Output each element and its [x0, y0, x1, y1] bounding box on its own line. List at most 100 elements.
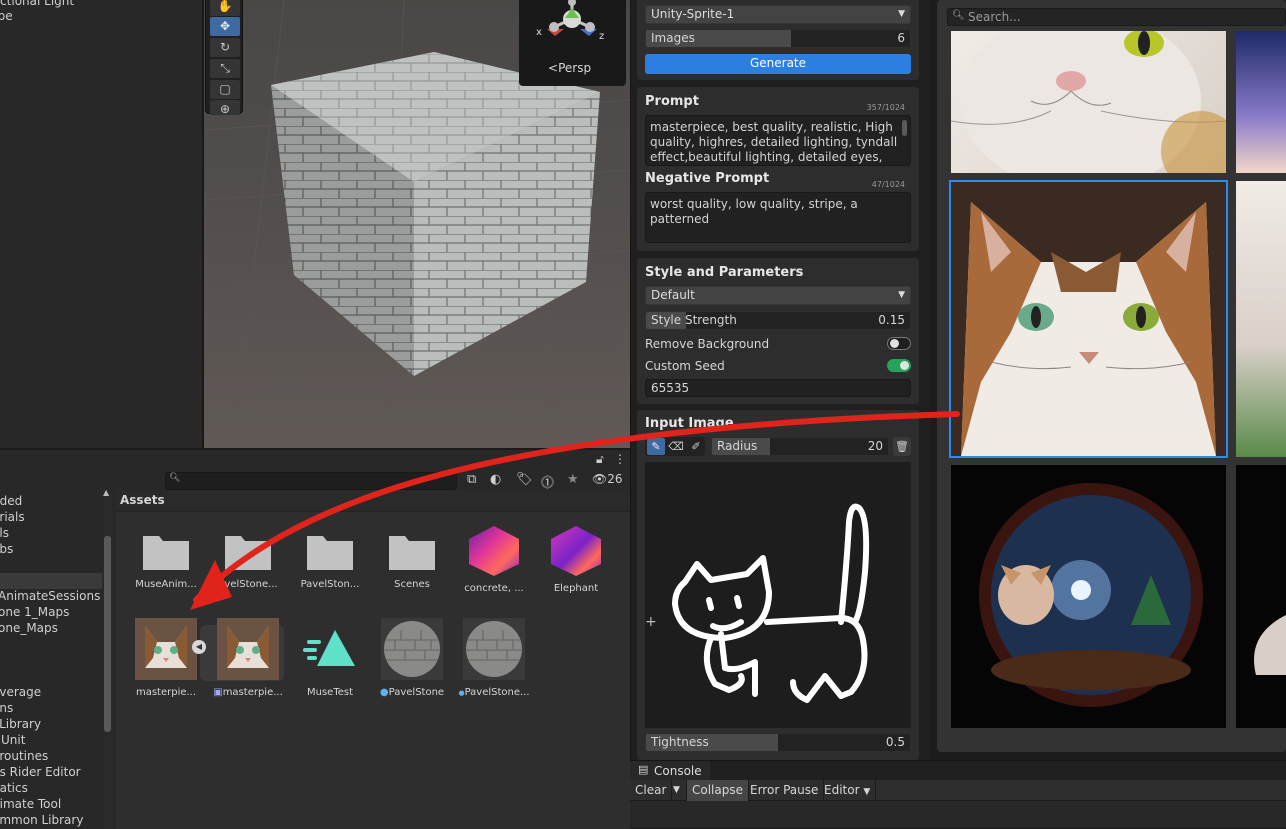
console-panel: ▤ Console Clear ▼ Collapse Error Pause E… [630, 760, 1286, 827]
asset-muse-test[interactable]: MuseTest [292, 618, 368, 698]
asset-folder[interactable]: Scenes [374, 528, 450, 590]
negative-prompt-textarea[interactable]: worst quality, low quality, stripe, a pa… [645, 192, 911, 243]
hidden-count[interactable]: 👁︎26 [592, 472, 623, 486]
view-tool-icon[interactable]: ✋ [210, 0, 240, 16]
persp-toggle[interactable]: <Persp [548, 61, 591, 75]
asset-texture[interactable]: masterpie... [128, 618, 204, 698]
collapse-arrow-icon[interactable]: ◀ [192, 640, 206, 654]
folder-item[interactable]: one 1_Maps [0, 605, 69, 619]
folder-item[interactable]: natics [0, 781, 28, 795]
asset-label: PavelSton... [300, 579, 360, 590]
grid-search-input[interactable]: 🔍︎ Search... [947, 8, 1286, 26]
asset-folder[interactable]: MuseAnim... [128, 528, 204, 590]
asset-folder[interactable]: avelStone... [210, 528, 286, 590]
asset-label: MuseAnim... [135, 579, 197, 590]
generated-image[interactable] [1236, 31, 1286, 173]
asset-label: ▣masterpie... [210, 687, 286, 698]
folder-item[interactable]: abs [0, 542, 13, 556]
asset-folder[interactable]: PavelSton... [292, 528, 368, 590]
asset-material-sphere[interactable]: ●PavelStone... [456, 618, 532, 698]
style-dropdown[interactable]: Default ▼ [645, 286, 911, 305]
assets-title[interactable]: Assets [120, 493, 165, 507]
folder-item-selected[interactable] [0, 573, 102, 589]
folder-item[interactable]: AnimateSessions [0, 589, 100, 603]
asset-material[interactable]: Elephant [538, 524, 614, 594]
style-strength-slider[interactable]: Style Strength 0.15 [645, 311, 911, 330]
folder-item[interactable]: nimate Tool [0, 797, 61, 811]
console-tab[interactable]: ▤ Console [630, 761, 710, 780]
generated-image-selected[interactable] [949, 180, 1228, 458]
brush-icon[interactable]: ✎ [647, 438, 665, 455]
generated-image[interactable] [951, 465, 1226, 728]
prompt-text: masterpiece, best quality, realistic, Hi… [650, 120, 898, 164]
folder-item[interactable]: uded [0, 494, 22, 508]
clear-options-chevron-icon[interactable]: ▼ [670, 780, 687, 801]
transform-tool-icon[interactable]: ⊕ [210, 100, 240, 116]
error-pause-button[interactable]: Error Pause [745, 780, 825, 801]
remove-background-toggle[interactable] [887, 337, 911, 350]
tabby-cat-image [951, 182, 1226, 456]
asset-material[interactable]: concrete, ... [456, 524, 532, 594]
folder-item[interactable]: overage [0, 685, 41, 699]
generated-image[interactable] [1236, 465, 1286, 728]
tightness-slider[interactable]: Tightness 0.5 [645, 733, 911, 752]
input-image-title: Input Image [645, 416, 734, 431]
folder-item[interactable]: one_Maps [0, 621, 58, 635]
warning-filter-icon[interactable]: ⓵ [541, 472, 554, 491]
trash-icon[interactable]: 🗑︎ [893, 437, 911, 456]
scale-tool-icon[interactable]: ⤡ [210, 59, 240, 78]
create-icon[interactable]: ⧉ [467, 472, 476, 487]
drawing-canvas[interactable]: + [645, 462, 911, 728]
folder-scroll-thumb[interactable] [104, 536, 111, 732]
editor-dropdown[interactable]: Editor ▼ [819, 780, 877, 801]
favorite-star-icon[interactable]: ★ [567, 472, 579, 487]
material-hex-icon [469, 526, 519, 576]
orientation-gizmo[interactable]: x z <Persp [519, 0, 626, 86]
clear-button[interactable]: Clear [630, 780, 673, 801]
generated-image[interactable] [951, 31, 1226, 173]
folder-scrollbar[interactable]: ▲ [103, 488, 112, 829]
label-filter-icon[interactable]: 🏷︎ [516, 472, 533, 487]
eyedropper-icon[interactable]: ✐ [687, 438, 705, 455]
model-dropdown[interactable]: Unity-Sprite-1 ▼ [645, 5, 911, 24]
prompt-card: Prompt 357/1024 masterpiece, best qualit… [637, 87, 919, 251]
prompt-scrollbar[interactable] [902, 120, 907, 136]
rotate-tool-icon[interactable]: ↻ [210, 38, 240, 57]
asset-sprite[interactable]: ▣masterpie... [210, 618, 286, 698]
folder-item[interactable]: NUnit [0, 733, 25, 747]
folder-item[interactable]: erials [0, 510, 25, 524]
folder-item[interactable]: oroutines [0, 749, 48, 763]
collapse-button[interactable]: Collapse [687, 780, 749, 801]
seed-input[interactable]: 65535 [645, 379, 911, 397]
eraser-icon[interactable]: ⌫ [667, 438, 685, 455]
hierarchy-item-light[interactable]: rectional Light [0, 0, 74, 8]
asset-material-sphere[interactable]: ●PavelStone [374, 618, 450, 698]
asset-label-text: PavelStone [388, 687, 445, 698]
asset-label: ●PavelStone [374, 687, 450, 698]
rect-tool-icon[interactable]: ▢ [210, 80, 240, 99]
type-filter-icon[interactable]: ◐ [490, 472, 501, 487]
generate-button[interactable]: Generate [645, 54, 911, 74]
folder-item[interactable]: ' Library [0, 717, 41, 731]
more-menu-icon[interactable]: ⋮ [614, 452, 626, 466]
hierarchy-item-cube[interactable]: ube [0, 9, 13, 23]
folder-item[interactable]: ons [0, 701, 13, 715]
folder-item[interactable]: els [0, 526, 9, 540]
project-search-input[interactable]: 🔍︎ [165, 472, 457, 490]
assets-area: Assets MuseAnim... avelStone... PavelSto… [116, 490, 630, 829]
move-tool-icon[interactable]: ✥ [210, 17, 240, 36]
toggle-knob [890, 339, 899, 348]
prompt-textarea[interactable]: masterpiece, best quality, realistic, Hi… [645, 115, 911, 166]
images-slider[interactable]: Images 6 [645, 29, 911, 48]
folder-item[interactable]: ns Rider Editor [0, 765, 81, 779]
sprite-icon: ▣ [213, 687, 223, 698]
images-value: 6 [897, 31, 905, 45]
custom-seed-toggle[interactable] [887, 359, 911, 372]
tightness-label: Tightness [651, 735, 709, 749]
material-hex-icon [551, 526, 601, 576]
folder-item[interactable]: ommon Library [0, 813, 83, 827]
generated-image[interactable] [1236, 181, 1286, 457]
lock-icon[interactable]: 🔓︎ [596, 452, 604, 467]
radius-slider[interactable]: Radius 20 [711, 437, 889, 456]
persp-label: Persp [558, 61, 592, 75]
